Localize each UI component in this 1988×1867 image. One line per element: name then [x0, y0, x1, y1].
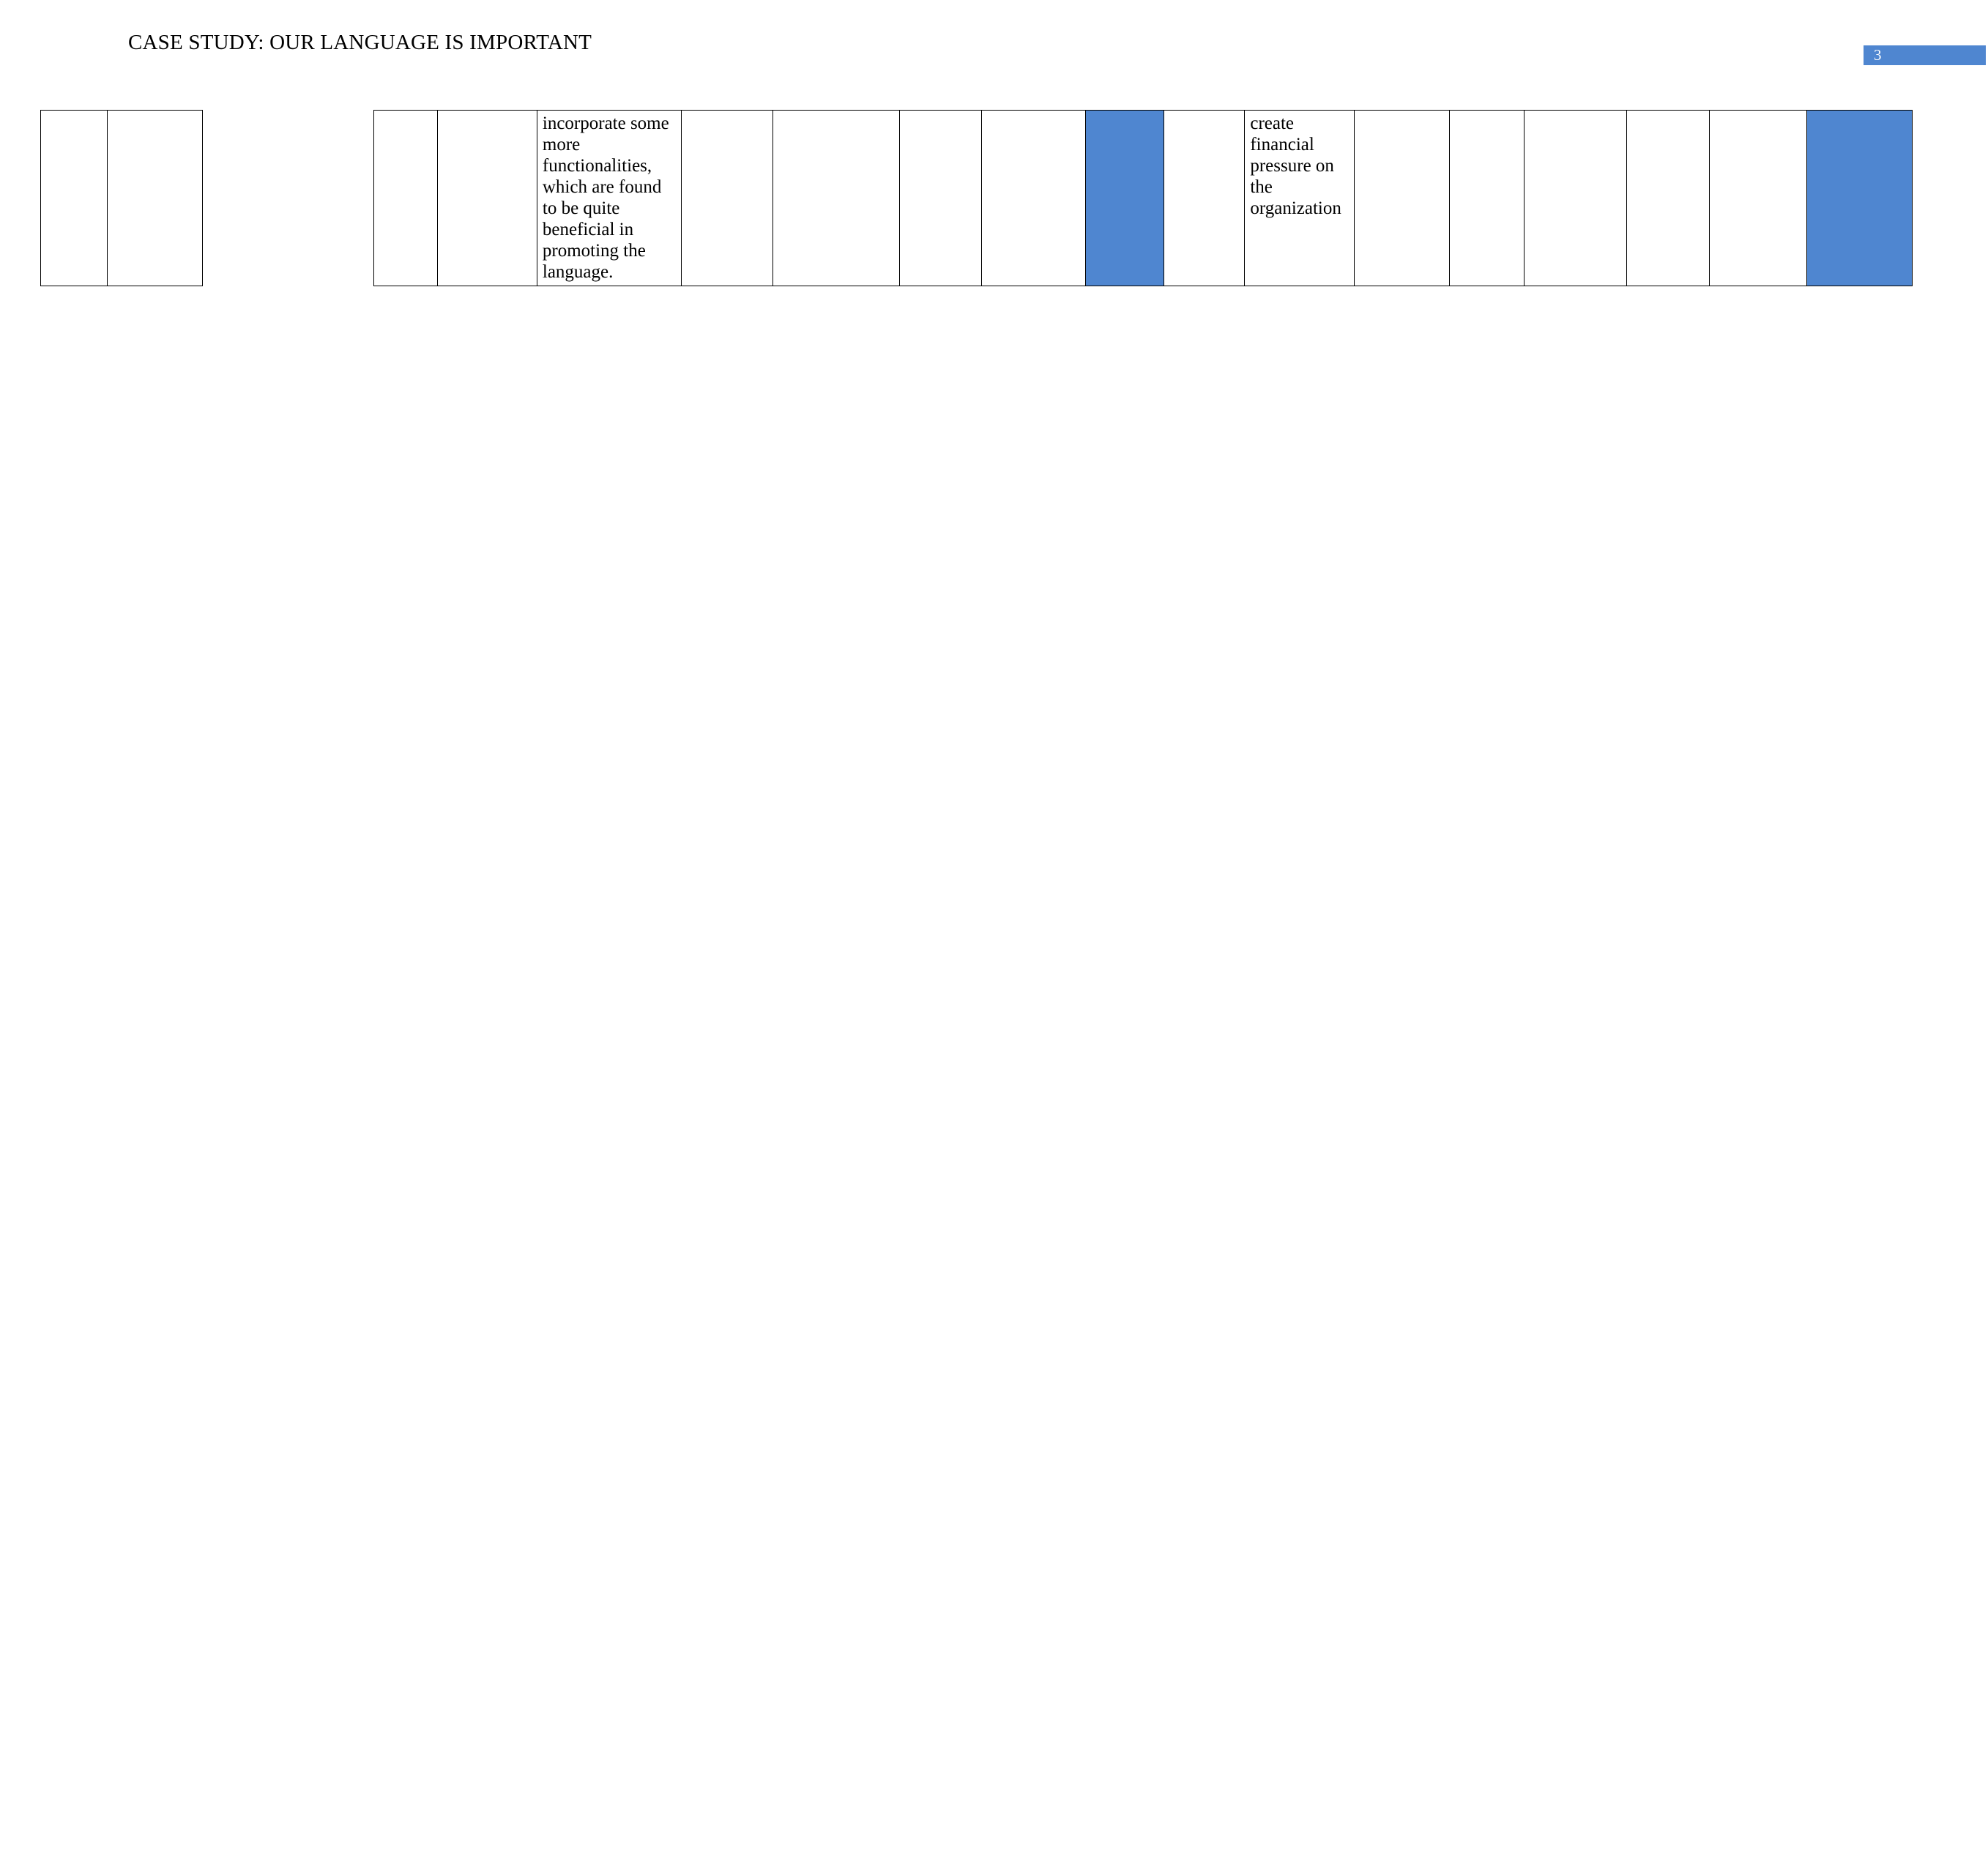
table-cell-highlighted[interactable] — [1806, 110, 1913, 286]
page-number-badge: 3 — [1864, 45, 1986, 65]
table-cell-highlighted[interactable] — [1085, 110, 1165, 286]
table-cell-empty[interactable] — [680, 110, 773, 286]
left-empty-table — [40, 110, 204, 286]
table-cell-empty[interactable] — [1354, 110, 1451, 286]
table-cell-empty[interactable] — [898, 110, 982, 286]
table-cell-empty[interactable] — [436, 110, 537, 286]
table-cell-empty[interactable] — [40, 110, 108, 286]
table-cell-text[interactable]: create financial pressure on the organiz… — [1244, 110, 1355, 286]
table-row — [40, 110, 204, 286]
table-cell-empty[interactable] — [1524, 110, 1628, 286]
table-cell-empty[interactable] — [1164, 110, 1246, 286]
page-title: CASE STUDY: OUR LANGUAGE IS IMPORTANT — [128, 31, 592, 54]
table-cell-empty[interactable] — [373, 110, 438, 286]
table-cell-empty[interactable] — [980, 110, 1087, 286]
table-cell-text[interactable]: incorporate some more functionalities, w… — [536, 110, 682, 286]
table-row: incorporate some more functionalities, w… — [373, 110, 1913, 286]
table-cell-empty[interactable] — [1626, 110, 1710, 286]
table-cell-empty[interactable] — [772, 110, 900, 286]
table-cell-empty[interactable] — [106, 110, 204, 286]
table-cell-empty[interactable] — [1709, 110, 1807, 286]
left-table-body — [40, 110, 204, 286]
main-table-body: incorporate some more functionalities, w… — [373, 110, 1913, 286]
table-cell-empty[interactable] — [1449, 110, 1525, 286]
main-content-table: incorporate some more functionalities, w… — [373, 110, 1913, 286]
